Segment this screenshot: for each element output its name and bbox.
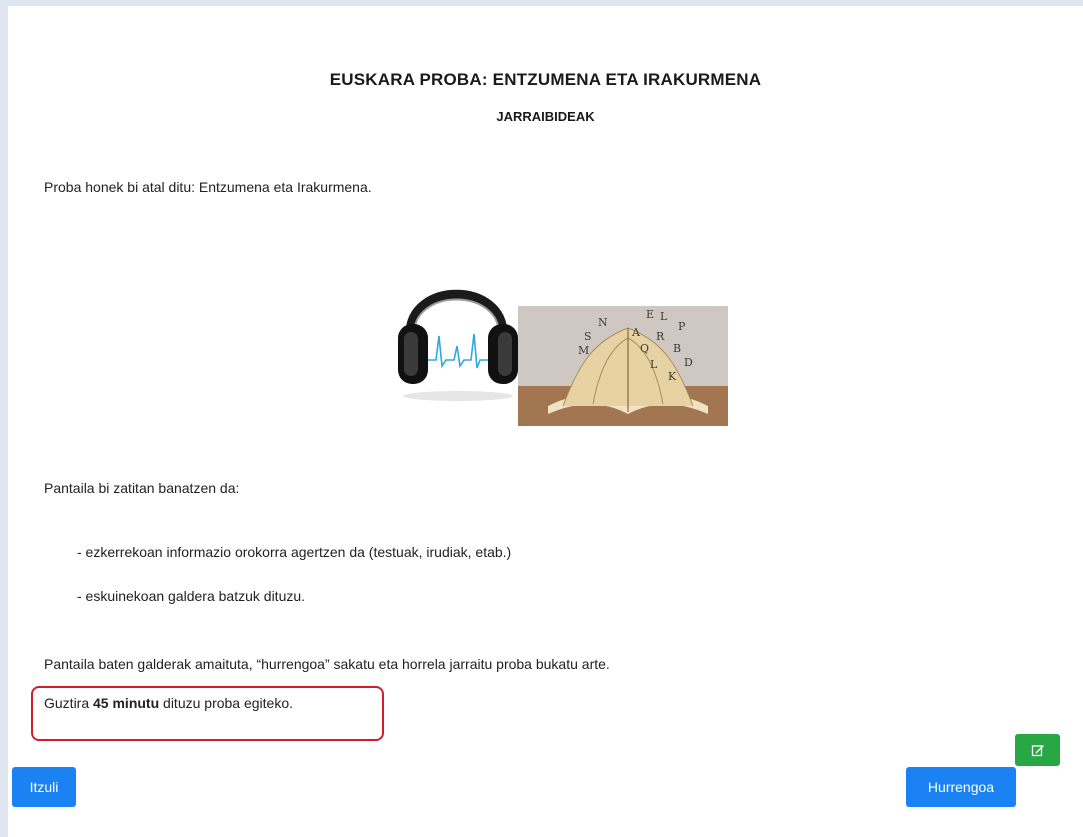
back-button[interactable]: Itzuli bbox=[12, 767, 76, 807]
book-letter: K bbox=[668, 370, 677, 383]
book-letter: L bbox=[660, 310, 668, 323]
book-letter: B bbox=[673, 342, 681, 355]
instructions-page: EUSKARA PROBA: ENTZUMENA ETA IRAKURMENA … bbox=[8, 6, 1083, 837]
book-letter: L bbox=[650, 358, 658, 371]
edit-icon bbox=[1031, 745, 1044, 757]
list-item: - eskuinekoan galdera batzuk dituzu. bbox=[77, 588, 306, 604]
book-letter: S bbox=[584, 330, 592, 343]
next-instruction-text: Pantaila baten galderak amaituta, “hurre… bbox=[44, 656, 610, 672]
next-button[interactable]: Hurrengoa bbox=[906, 767, 1016, 807]
screen-split-text: Pantaila bi zatitan banatzen da: bbox=[44, 480, 240, 496]
time-prefix: Guztira bbox=[44, 695, 94, 711]
book-letter: D bbox=[684, 356, 693, 369]
book-letter: A bbox=[631, 326, 641, 339]
book-letter: M bbox=[578, 344, 589, 357]
page-title: EUSKARA PROBA: ENTZUMENA ETA IRAKURMENA bbox=[329, 70, 762, 89]
book-letter: Q bbox=[640, 342, 649, 355]
time-limit-text: Guztira 45 minutu dituzu proba egiteko. bbox=[44, 695, 293, 711]
list-item: - ezkerrekoan informazio orokorra agertz… bbox=[77, 544, 512, 560]
book-letter: R bbox=[656, 330, 665, 343]
illustration: N E L P S A R M Q B D L K bbox=[398, 289, 728, 426]
page-subtitle: JARRAIBIDEAK bbox=[496, 109, 595, 124]
open-book-icon: N E L P S A R M Q B D L K bbox=[518, 306, 728, 426]
time-amount: 45 minutu bbox=[93, 695, 160, 711]
time-suffix: dituzu proba egiteko. bbox=[159, 695, 294, 711]
book-letter: N bbox=[598, 316, 608, 329]
edit-button[interactable] bbox=[1015, 734, 1060, 766]
book-letter: E bbox=[646, 308, 654, 321]
intro-text: Proba honek bi atal ditu: Entzumena eta … bbox=[44, 179, 372, 195]
headphones-icon bbox=[398, 289, 518, 401]
book-letter: P bbox=[678, 320, 686, 333]
